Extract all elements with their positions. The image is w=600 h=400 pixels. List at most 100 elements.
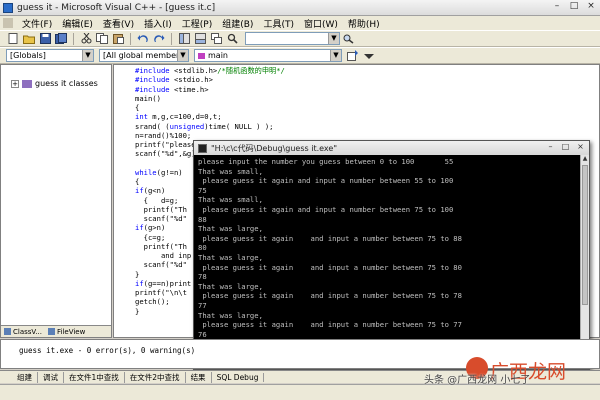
code-line[interactable]: #include <stdio.h> — [135, 75, 408, 84]
console-line: That was small, — [198, 166, 263, 176]
wizard-toolbar: [Globals] ▼ [All global member ▼ main ▼ — [0, 47, 600, 64]
code-line[interactable]: n=rand()%100; — [135, 131, 408, 140]
console-line: That was small, — [198, 195, 263, 205]
class-combo[interactable]: [Globals] ▼ — [6, 49, 94, 62]
menu-insert[interactable]: 插入(I) — [139, 17, 177, 30]
menu-tools[interactable]: 工具(T) — [258, 17, 299, 30]
tab-find-in-files-2[interactable]: 在文件2中查找 — [125, 371, 186, 383]
console-scrollbar[interactable]: ▲ — [580, 155, 589, 369]
cut-icon[interactable] — [79, 32, 93, 45]
console-line: 88 — [198, 214, 207, 224]
build-result: guess it.exe - 0 error(s), 0 warning(s) — [19, 346, 196, 355]
tab-build[interactable]: 组建 — [12, 371, 38, 383]
tree-root[interactable]: + guess it classes — [11, 79, 98, 88]
code-line[interactable]: int m,g,c=100,d=0,t; — [135, 112, 408, 121]
menu-view[interactable]: 查看(V) — [98, 17, 139, 30]
tab-results[interactable]: 结果 — [186, 371, 212, 383]
code-line[interactable]: main() — [135, 94, 408, 103]
wizard-action-icon[interactable] — [346, 49, 360, 62]
code-line[interactable]: srand( (unsigned)time( NULL ) ); — [135, 122, 408, 131]
restore-button[interactable]: □ — [567, 1, 581, 13]
console-minimize-button[interactable]: – — [544, 142, 557, 153]
console-line: 76 — [198, 329, 207, 339]
close-button[interactable]: × — [584, 1, 598, 13]
minimize-button[interactable]: – — [550, 1, 564, 13]
function-combo[interactable]: main ▼ — [194, 49, 342, 62]
chevron-down-icon[interactable]: ▼ — [177, 50, 188, 61]
console-line: That was large, — [198, 281, 263, 291]
document-menu-icon[interactable] — [3, 18, 13, 28]
console-line: please guess it again and input a number… — [198, 204, 454, 214]
console-title: "H:\c\c代码\Debug\guess it.exe" — [211, 143, 337, 153]
find-combo[interactable]: ▼ — [245, 32, 340, 45]
console-line: please guess it again and input a number… — [198, 233, 462, 243]
workspace-tabs: ClassV... FileView — [1, 325, 111, 337]
chevron-down-icon[interactable]: ▼ — [328, 33, 339, 44]
expand-icon[interactable]: + — [11, 79, 19, 88]
workspace-panel: + guess it classes ClassV... FileView — [0, 64, 112, 338]
console-line: 80 — [198, 243, 207, 253]
console-line: please guess it again and input a number… — [198, 176, 454, 186]
console-window: "H:\c\c代码\Debug\guess it.exe" – □ × plea… — [193, 140, 590, 370]
undo-icon[interactable] — [136, 32, 150, 45]
menu-edit[interactable]: 编辑(E) — [57, 17, 98, 30]
menu-bar: 文件(F) 编辑(E) 查看(V) 插入(I) 工程(P) 组建(B) 工具(T… — [0, 16, 600, 30]
menu-window[interactable]: 窗口(W) — [299, 17, 343, 30]
menu-project[interactable]: 工程(P) — [177, 17, 217, 30]
tab-debug[interactable]: 调试 — [38, 371, 64, 383]
menu-file[interactable]: 文件(F) — [17, 17, 57, 30]
tree-root-label: guess it classes — [35, 79, 98, 88]
scroll-thumb[interactable] — [582, 165, 588, 305]
console-line: please guess it again and input a number… — [198, 291, 462, 301]
find-icon[interactable] — [342, 32, 356, 45]
save-all-icon[interactable] — [54, 32, 68, 45]
menu-build[interactable]: 组建(B) — [217, 17, 258, 30]
open-folder-icon[interactable] — [22, 32, 36, 45]
console-output: please input the number you guess betwee… — [198, 157, 582, 367]
tab-find-in-files-1[interactable]: 在文件1中查找 — [64, 371, 125, 383]
console-line: That was large, — [198, 252, 263, 262]
console-icon — [198, 143, 207, 153]
function-icon — [198, 52, 205, 59]
console-title-bar: "H:\c\c代码\Debug\guess it.exe" – □ × — [194, 141, 589, 155]
class-icon — [22, 79, 32, 88]
title-bar: guess it - Microsoft Visual C++ - [guess… — [0, 0, 600, 16]
output-window-icon[interactable] — [193, 32, 207, 45]
find-in-files-icon[interactable] — [225, 32, 239, 45]
watermark-caption: 头条 @广西龙网 小七了 — [424, 375, 531, 386]
paste-icon[interactable] — [111, 32, 125, 45]
chevron-down-icon[interactable]: ▼ — [330, 50, 341, 61]
console-line: please input the number you guess betwee… — [198, 157, 454, 166]
console-line: That was large, — [198, 224, 263, 234]
console-line: 78 — [198, 272, 207, 282]
fileview-icon — [47, 328, 55, 335]
window-title: guess it - Microsoft Visual C++ - [guess… — [17, 2, 216, 13]
console-close-button[interactable]: × — [574, 142, 587, 153]
tab-sql-debug[interactable]: SQL Debug — [212, 372, 265, 382]
new-file-icon[interactable] — [6, 32, 20, 45]
redo-icon[interactable] — [152, 32, 166, 45]
classview-icon — [4, 328, 11, 335]
copy-icon[interactable] — [95, 32, 109, 45]
windows-list-icon[interactable] — [209, 32, 223, 45]
tab-fileview[interactable]: FileView — [45, 328, 88, 336]
standard-toolbar: ▼ — [0, 30, 600, 47]
console-maximize-button[interactable]: □ — [559, 142, 572, 153]
code-line[interactable]: #include <time.h> — [135, 85, 408, 94]
workspace-icon[interactable] — [177, 32, 191, 45]
menu-help[interactable]: 帮助(H) — [343, 17, 385, 30]
wizard-bar-options-icon[interactable] — [362, 49, 376, 62]
save-icon[interactable] — [38, 32, 52, 45]
console-line: please guess it again and input a number… — [198, 320, 462, 330]
code-line[interactable]: { — [135, 103, 408, 112]
chevron-down-icon[interactable]: ▼ — [82, 50, 93, 61]
console-line: please guess it again and input a number… — [198, 262, 462, 272]
tab-classview[interactable]: ClassV... — [1, 328, 45, 336]
code-line[interactable]: #include <stdlib.h>/*随机函数的申明*/ — [135, 66, 408, 75]
console-line: That was large, — [198, 310, 263, 320]
app-icon — [3, 2, 13, 13]
window-controls: – □ × — [550, 1, 598, 13]
console-line: 77 — [198, 300, 207, 310]
scroll-up-icon[interactable]: ▲ — [581, 155, 589, 163]
members-combo[interactable]: [All global member ▼ — [99, 49, 189, 62]
